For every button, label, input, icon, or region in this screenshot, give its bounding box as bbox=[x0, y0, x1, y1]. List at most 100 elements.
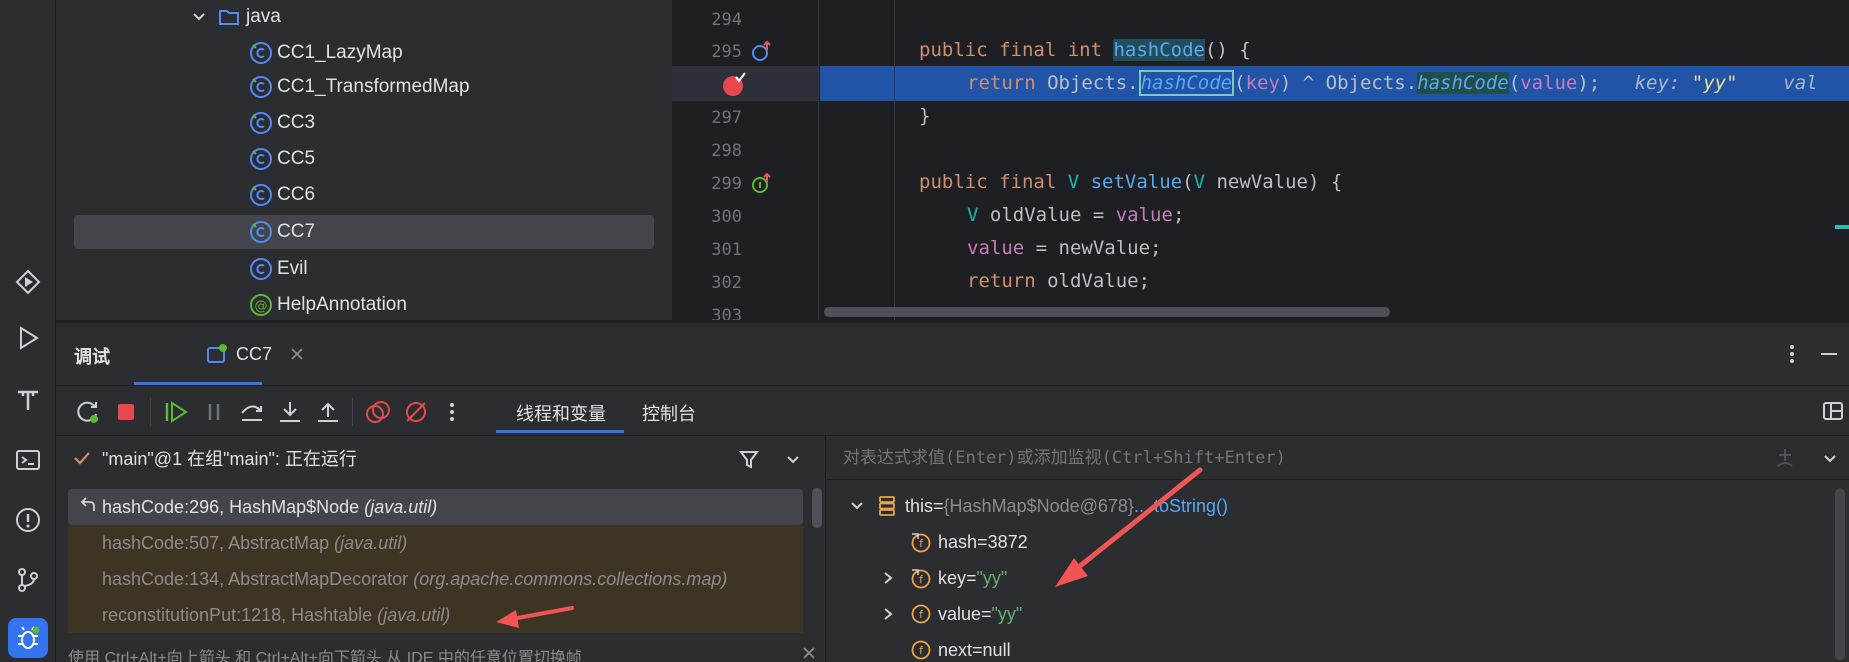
more-actions-icon[interactable] bbox=[438, 398, 466, 426]
code-line-300: V oldValue = value; bbox=[967, 204, 1185, 226]
debug-header: 调试 CC7 bbox=[56, 323, 1849, 385]
implements-icon[interactable] bbox=[750, 172, 774, 196]
debug-title: 调试 bbox=[74, 347, 110, 367]
frame-method: reconstitutionPut:1218, Hashtable bbox=[102, 604, 373, 625]
step-out-icon[interactable] bbox=[314, 398, 342, 426]
tab-console[interactable]: 控制台 bbox=[642, 400, 696, 426]
frame-package: (java.util) bbox=[364, 496, 438, 517]
tree-folder-java[interactable]: java bbox=[190, 0, 281, 34]
frame-row[interactable]: hashCode:134, AbstractMapDecorator (org.… bbox=[68, 561, 803, 597]
variable-row-hash[interactable]: f hash = 3872 bbox=[910, 525, 1028, 559]
line-number: 295 bbox=[711, 42, 742, 62]
variable-name: next bbox=[938, 639, 973, 660]
variables-scrollbar[interactable] bbox=[1835, 488, 1845, 660]
mute-breakpoints-icon[interactable] bbox=[402, 398, 430, 426]
problems-icon[interactable] bbox=[8, 500, 48, 540]
tree-item-cc3[interactable]: CC3 bbox=[249, 106, 315, 140]
resume-icon[interactable] bbox=[162, 398, 190, 426]
class-icon bbox=[250, 221, 272, 243]
debug-tool-window: 调试 CC7 线程和变量 控制台 "main"@1 在组"main": 正在运行 bbox=[56, 322, 1849, 662]
step-into-icon[interactable] bbox=[276, 398, 304, 426]
evaluate-expression-input[interactable] bbox=[843, 444, 1743, 472]
variable-row-key[interactable]: f key = "yy" bbox=[881, 561, 1007, 595]
frame-package: (org.apache.commons.collections.map) bbox=[413, 568, 728, 589]
line-number: 297 bbox=[711, 108, 742, 128]
tree-item-label: Evil bbox=[277, 258, 308, 279]
pause-icon[interactable] bbox=[200, 398, 228, 426]
tree-item-cc1-lazymap[interactable]: CC1_LazyMap bbox=[249, 36, 403, 70]
line-number: 303 bbox=[711, 306, 742, 320]
code-line-299: public final V setValue(V newValue) { bbox=[919, 171, 1343, 193]
variable-name: hash bbox=[938, 531, 978, 552]
frame-row[interactable]: hashCode:507, AbstractMap (java.util) bbox=[68, 525, 803, 561]
chevron-down-icon[interactable] bbox=[1821, 449, 1839, 467]
frame-row[interactable]: hashCode:296, HashMap$Node (java.util) bbox=[68, 489, 803, 525]
step-over-icon[interactable] bbox=[238, 398, 266, 426]
chevron-down-icon[interactable] bbox=[784, 450, 802, 468]
annotation-icon: @ bbox=[250, 294, 272, 316]
debug-icon[interactable] bbox=[8, 618, 48, 658]
variable-row-this[interactable]: this = {HashMap$Node@678} ... toString() bbox=[849, 489, 1228, 523]
code-line-295: public final int hashCode() { bbox=[919, 39, 1251, 61]
variable-equals: = bbox=[933, 495, 944, 516]
variables-panel: this = {HashMap$Node@678} ... toString()… bbox=[827, 435, 1849, 662]
frames-scrollbar[interactable] bbox=[812, 488, 822, 528]
tree-item-cc5[interactable]: CC5 bbox=[249, 142, 315, 176]
class-icon bbox=[250, 76, 272, 98]
debug-session-label: CC7 bbox=[236, 343, 273, 364]
layout-icon[interactable] bbox=[1822, 400, 1844, 422]
code-editor[interactable]: 294 295 297 298 299 300 301 302 303 publ… bbox=[672, 0, 1849, 320]
close-icon[interactable] bbox=[802, 646, 816, 660]
git-icon[interactable] bbox=[8, 560, 48, 600]
tree-item-cc7[interactable]: CC7 bbox=[74, 215, 654, 249]
tree-item-cc6[interactable]: CC6 bbox=[249, 178, 315, 212]
object-icon bbox=[879, 496, 895, 516]
variable-equals: = bbox=[981, 603, 992, 624]
field-icon: f bbox=[911, 604, 931, 624]
editor-change-marker bbox=[1835, 225, 1849, 229]
line-number: 300 bbox=[711, 207, 742, 227]
frame-method: hashCode:296, HashMap$Node bbox=[102, 496, 360, 517]
tab-threads-variables[interactable]: 线程和变量 bbox=[516, 400, 606, 426]
code-line-297: } bbox=[919, 105, 931, 127]
chevron-down-icon bbox=[193, 13, 205, 21]
debug-toolbar: 线程和变量 控制台 bbox=[56, 385, 1849, 435]
variable-value: 3872 bbox=[987, 531, 1028, 552]
svg-text:f: f bbox=[919, 608, 924, 621]
rerun-icon[interactable] bbox=[74, 398, 102, 426]
variable-row-value[interactable]: f value = "yy" bbox=[881, 597, 1022, 631]
more-options-icon[interactable] bbox=[1782, 343, 1802, 365]
override-icon[interactable] bbox=[750, 40, 774, 64]
chevron-right-icon[interactable] bbox=[881, 571, 895, 585]
variable-row-next[interactable]: f next = null bbox=[910, 633, 1011, 662]
frames-hint: 使用 Ctrl+Alt+向上箭头 和 Ctrl+Alt+向下箭头 从 IDE 中… bbox=[68, 650, 582, 662]
stop-icon[interactable] bbox=[112, 398, 140, 426]
thread-selector[interactable]: "main"@1 在组"main": 正在运行 bbox=[56, 436, 825, 480]
left-tool-strip bbox=[0, 0, 56, 662]
terminal-icon[interactable] bbox=[8, 440, 48, 480]
project-tree-panel: java CC1_LazyMap CC1_TransformedMap CC3 … bbox=[56, 0, 672, 320]
close-icon[interactable] bbox=[290, 347, 304, 361]
editor-horizontal-scrollbar[interactable] bbox=[824, 307, 1390, 317]
breakpoint-icon[interactable] bbox=[720, 71, 748, 99]
services-icon[interactable] bbox=[8, 262, 48, 302]
code-line-301: value = newValue; bbox=[967, 237, 1162, 259]
tree-item-label: CC6 bbox=[277, 184, 316, 205]
debug-session-tab[interactable]: CC7 bbox=[134, 323, 318, 385]
tree-item-cc1-transformedmap[interactable]: CC1_TransformedMap bbox=[249, 70, 470, 104]
tree-item-evil[interactable]: Evil bbox=[249, 252, 308, 286]
tostring-link[interactable]: ... toString() bbox=[1134, 496, 1228, 517]
run-icon[interactable] bbox=[8, 318, 48, 358]
build-icon[interactable] bbox=[8, 380, 48, 420]
frame-row[interactable]: reconstitutionPut:1218, Hashtable (java.… bbox=[68, 597, 803, 633]
chevron-right-icon[interactable] bbox=[881, 607, 895, 621]
add-watch-icon[interactable] bbox=[1773, 446, 1797, 470]
variable-value: {HashMap$Node@678} bbox=[943, 495, 1134, 516]
tree-item-helpannotation[interactable]: @ HelpAnnotation bbox=[249, 288, 407, 320]
minimize-icon[interactable] bbox=[1818, 343, 1840, 365]
filter-icon[interactable] bbox=[738, 448, 760, 470]
view-breakpoints-icon[interactable] bbox=[364, 398, 392, 426]
tree-item-label: CC5 bbox=[277, 148, 316, 169]
frame-package: (java.util) bbox=[377, 604, 451, 625]
chevron-down-icon[interactable] bbox=[849, 498, 865, 514]
